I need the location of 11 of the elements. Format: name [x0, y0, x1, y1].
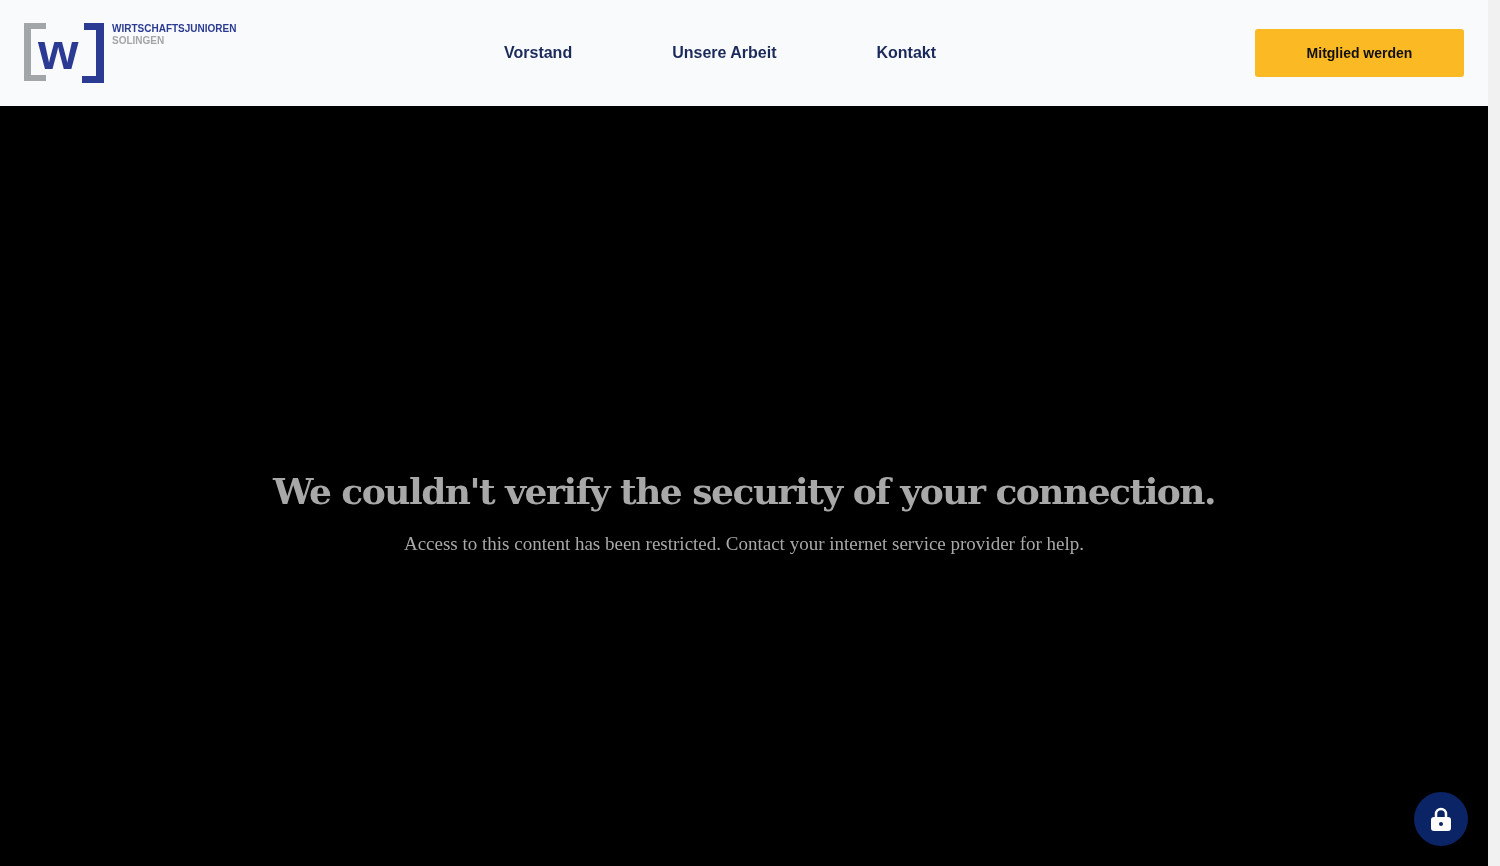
logo-name: WIRTSCHAFTSJUNIOREN: [112, 23, 237, 35]
join-button[interactable]: Mitglied werden: [1255, 29, 1464, 77]
lock-icon: [1431, 807, 1451, 831]
scrollbar-track[interactable]: [1488, 0, 1500, 866]
nav-link[interactable]: Kontakt: [876, 41, 937, 65]
lock-button[interactable]: [1414, 792, 1468, 846]
error-title: We couldn't verify the security of your connection.: [272, 468, 1216, 514]
logo-city: SOLINGEN: [112, 35, 166, 47]
nav-link[interactable]: Unsere Arbeit: [672, 41, 777, 65]
error-message: Access to this content has been restricted. Contact your internet service provider for help.: [403, 531, 1085, 556]
nav-link[interactable]: Vorstand: [504, 41, 573, 65]
